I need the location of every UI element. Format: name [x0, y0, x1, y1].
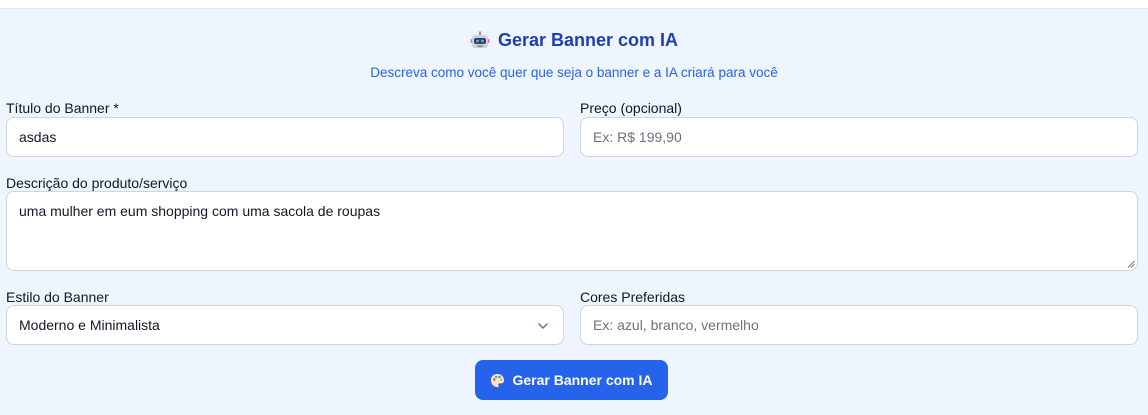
title-input-value: asdas	[19, 129, 57, 145]
top-divider	[0, 0, 1148, 9]
price-label: Preço (opcional)	[580, 100, 682, 116]
description-label: Descrição do produto/serviço	[6, 175, 188, 191]
style-label: Estilo do Banner	[6, 289, 109, 305]
panel-subtitle: Descreva como você quer que seja o banne…	[370, 65, 778, 80]
palette-icon	[491, 373, 505, 387]
banner-generator-panel: Gerar Banner com IA Descreva como você q…	[0, 9, 1148, 415]
price-input[interactable]: Ex: R$ 199,90	[580, 117, 1138, 157]
title-input[interactable]: asdas	[6, 117, 564, 157]
style-select-value: Moderno e Minimalista	[19, 317, 160, 333]
title-label: Título do Banner *	[6, 100, 119, 116]
colors-input-placeholder: Ex: azul, branco, vermelho	[593, 317, 759, 333]
chevron-down-icon	[538, 323, 548, 329]
description-textarea-value: uma mulher em eum shopping com uma sacol…	[19, 203, 381, 219]
panel-title: Gerar Banner com IA	[0, 30, 1148, 51]
description-textarea[interactable]: uma mulher em eum shopping com uma sacol…	[6, 191, 1138, 271]
style-select[interactable]: Moderno e Minimalista	[6, 305, 564, 345]
price-input-placeholder: Ex: R$ 199,90	[593, 129, 682, 145]
generate-banner-button-label: Gerar Banner com IA	[512, 372, 653, 388]
colors-input[interactable]: Ex: azul, branco, vermelho	[580, 305, 1138, 345]
robot-icon	[470, 30, 490, 48]
panel-title-text: Gerar Banner com IA	[497, 30, 679, 50]
resize-grip-icon[interactable]	[1127, 260, 1135, 268]
colors-label: Cores Preferidas	[580, 289, 686, 305]
generate-banner-button[interactable]: Gerar Banner com IA	[475, 360, 668, 400]
